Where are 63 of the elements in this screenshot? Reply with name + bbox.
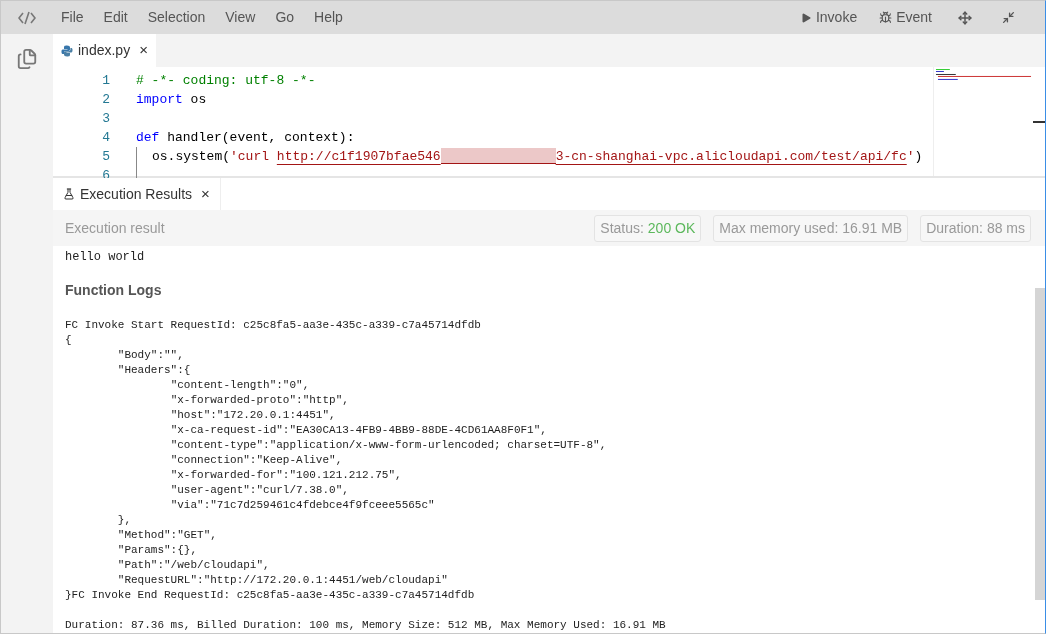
stat-badge: Status: 200 OK [594,214,702,242]
log-line: "x-forwarded-proto":"http", [169,393,349,408]
line-number: 1 [101,72,110,90]
invoke-button[interactable]: Invoke [799,7,858,28]
stat-badge: Max memory used: 16.91 MB [713,214,909,242]
log-line: "content-type":"application/x-www-form-urlencoded; charset=UTF-8", [169,438,607,453]
menu-item[interactable]: Selection [147,7,206,28]
output-text: hello world [65,249,146,266]
bug-icon [879,11,893,24]
code-token: ) [914,148,923,166]
code-token: 3-cn-shanghai-vpc.alicloudapi.com/test/api/fc [555,148,907,166]
code-token: handler(event, context): [166,129,355,147]
log-line: "host":"172.20.0.1:4451", [169,408,336,423]
code-token: ' [906,148,915,166]
flask-icon [63,188,75,200]
code-token: 'curl [230,148,271,166]
collapse-icon [1002,11,1015,24]
log-line: "Path":"/web/cloudapi", [116,558,270,573]
result-title: Execution result [65,218,165,238]
files-icon[interactable] [16,48,38,70]
code-token: import [136,91,183,109]
log-line: }FC Invoke End RequestId: c25c8fa5-aa3e-435c-a339-c7a45714dfdb [65,588,475,603]
menu-item[interactable]: Help [314,7,343,28]
tab-label: Execution Results [80,184,193,204]
editor-tab[interactable]: index.py × [53,34,156,67]
menu-item[interactable]: View [225,7,256,28]
code-token: # -*- coding: utf-8 -*- [136,72,316,90]
tab-label: index.py [78,41,131,60]
code-token: os.system( [152,148,230,166]
menu-item[interactable]: Go [275,7,295,28]
line-number: 4 [101,129,110,147]
code-token: def [136,129,160,147]
menu-item[interactable]: Edit [103,7,128,28]
close-icon[interactable]: × [139,39,148,62]
log-line: "user-agent":"curl/7.38.0", [169,483,349,498]
log-line: "via":"71c7d259461c4fdebce4f9fceee5565c" [169,498,435,513]
log-line: "Headers":{ [116,363,191,378]
code-token: http://c1f1907bfae546 [276,148,441,166]
menu-item[interactable]: File [61,7,84,28]
log-line: Duration: 87.36 ms, Billed Duration: 100 ms, Memory Size: 512 MB, Max Memory Used: 16.91 MB [65,618,666,633]
scrollbar-thumb[interactable] [1035,288,1045,600]
event-button[interactable]: Event [879,7,932,28]
line-number: 5 [101,148,110,166]
line-number: 2 [101,91,110,109]
log-line: "Params":{}, [116,543,198,558]
log-line: "Method":"GET", [116,528,217,543]
log-line: "x-forwarded-for":"100.121.212.75", [169,468,402,483]
log-line: "x-ca-request-id":"EA30CA13-4FB9-4BB9-88DE-4CD61AA8F0F1", [169,423,547,438]
log-line: "content-length":"0", [169,378,310,393]
line-number: 3 [101,110,110,128]
log-line: "Body":"", [116,348,184,363]
logo-icon [18,10,36,25]
logs-title: Function Logs [65,281,163,300]
python-file-icon [61,44,73,57]
log-line: }, [116,513,131,528]
log-line: "RequestURL":"http://172.20.0.1:4451/web/cloudapi" [116,573,448,588]
code-token: os [189,91,207,109]
log-line: "connection":"Keep-Alive", [169,453,343,468]
log-line: FC Invoke Start RequestId: c25c8fa5-aa3e-435c-a339-c7a45714dfdb [65,318,481,333]
close-icon[interactable]: × [201,182,210,206]
log-line: { [65,333,72,348]
move-icon [958,10,972,25]
stat-badge: Duration: 88 ms [920,214,1031,242]
